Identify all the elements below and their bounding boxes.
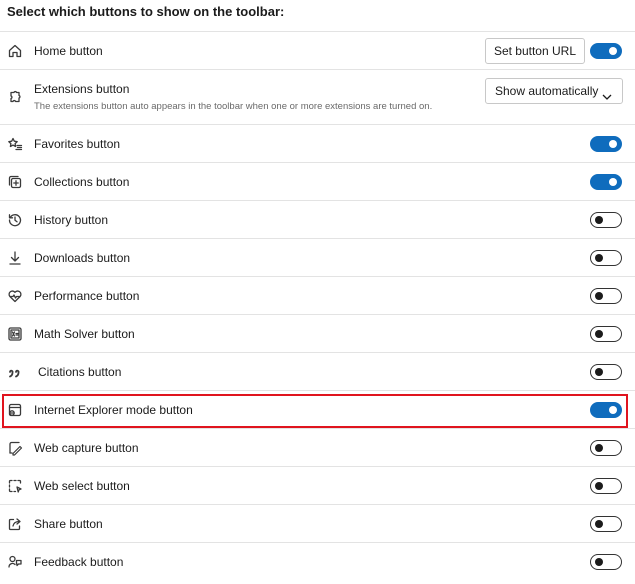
share-icon (7, 516, 23, 532)
row-math-solver-button: Math Solver button (0, 314, 635, 352)
home-icon (7, 43, 23, 59)
web-capture-icon (7, 440, 23, 456)
toggle-knob (595, 253, 603, 262)
citations-button-toggle[interactable] (590, 363, 622, 380)
performance-button-toggle[interactable] (590, 287, 622, 304)
ie-mode-button-label: Internet Explorer mode button (34, 402, 193, 417)
share-button-toggle[interactable] (590, 515, 622, 532)
downloads-button-label: Downloads button (34, 250, 131, 265)
row-web-capture-button: Web capture button (0, 428, 635, 466)
math-solver-button-toggle[interactable] (590, 325, 622, 342)
chevron-down-icon (602, 86, 612, 100)
favorites-icon (7, 136, 23, 152)
quote-icon (7, 364, 23, 380)
web-capture-button-label: Web capture button (34, 440, 139, 455)
history-button-label: History button (34, 212, 109, 227)
collections-button-label: Collections button (34, 174, 130, 189)
collections-button-toggle[interactable] (590, 173, 622, 190)
row-ie-mode-button: Internet Explorer mode button (0, 390, 635, 428)
toggle-knob (609, 405, 617, 414)
feedback-button-label: Feedback button (34, 554, 124, 569)
toggle-knob (595, 329, 603, 338)
ie-mode-icon (7, 402, 23, 418)
set-button-url-button[interactable]: Set button URL (484, 37, 585, 64)
row-citations-button: Citations button (0, 352, 635, 390)
toggle-knob (595, 367, 603, 376)
toggle-knob (609, 177, 617, 186)
favorites-button-label: Favorites button (34, 136, 121, 151)
home-button-toggle[interactable] (590, 42, 622, 59)
download-icon (7, 250, 23, 266)
row-performance-button: Performance button (0, 276, 635, 314)
extensions-visibility-select[interactable]: Show automatically (485, 78, 623, 104)
extensions-select-value: Show automatically (495, 84, 599, 98)
extensions-description: The extensions button auto appears in th… (34, 101, 433, 112)
home-button-label: Home button (34, 43, 103, 58)
row-favorites-button: Favorites button (0, 124, 635, 162)
toggle-knob (609, 46, 617, 55)
row-web-select-button: Web select button (0, 466, 635, 504)
row-downloads-button: Downloads button (0, 238, 635, 276)
favorites-button-toggle[interactable] (590, 135, 622, 152)
toggle-knob (595, 291, 603, 300)
history-button-toggle[interactable] (590, 211, 622, 228)
web-select-button-toggle[interactable] (590, 477, 622, 494)
row-history-button: History button (0, 200, 635, 238)
downloads-button-toggle[interactable] (590, 249, 622, 266)
web-select-button-label: Web select button (34, 478, 130, 493)
web-select-icon (7, 478, 23, 494)
toggle-knob (595, 215, 603, 224)
share-button-label: Share button (34, 516, 103, 531)
row-extensions-button: Extensions button The extensions button … (0, 69, 635, 124)
collections-icon (7, 174, 23, 190)
heart-pulse-icon (7, 288, 23, 304)
performance-button-label: Performance button (34, 288, 140, 303)
puzzle-icon (7, 89, 23, 105)
row-share-button: Share button (0, 504, 635, 542)
toolbar-buttons-list: Home button Set button URL Extensions bu… (0, 31, 635, 580)
citations-button-label: Citations button (38, 364, 122, 379)
ie-mode-button-toggle[interactable] (590, 401, 622, 418)
math-solver-button-label: Math Solver button (34, 326, 135, 341)
feedback-icon (7, 554, 23, 570)
row-collections-button: Collections button (0, 162, 635, 200)
row-home-button: Home button Set button URL (0, 31, 635, 69)
row-feedback-button: Feedback button (0, 542, 635, 580)
feedback-button-toggle[interactable] (590, 553, 622, 570)
toggle-knob (609, 139, 617, 148)
history-icon (7, 212, 23, 228)
page-heading: Select which buttons to show on the tool… (7, 4, 285, 19)
math-solver-icon (7, 326, 23, 342)
toggle-knob (595, 443, 603, 452)
toggle-knob (595, 519, 603, 528)
toggle-knob (595, 557, 603, 566)
web-capture-button-toggle[interactable] (590, 439, 622, 456)
toggle-knob (595, 481, 603, 490)
extensions-button-label: Extensions button (34, 82, 130, 96)
